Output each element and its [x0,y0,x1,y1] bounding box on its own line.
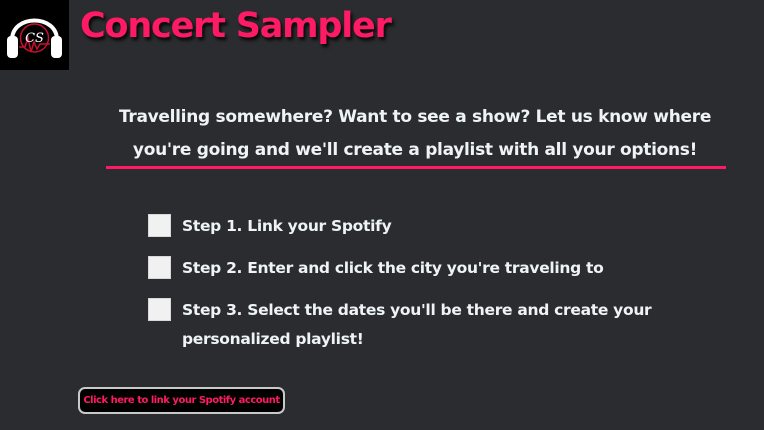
step-2-checkbox[interactable] [148,256,171,279]
step-3-checkbox[interactable] [148,298,171,321]
step-2-label: Step 2. Enter and click the city you're … [182,259,604,277]
app-title: Concert Sampler [80,6,392,46]
steps-list: Step 1. Link your Spotify Step 2. Enter … [148,212,748,367]
app-logo: CS [0,0,69,70]
step-1-label: Step 1. Link your Spotify [182,217,392,235]
headphones-logo-icon: CS [7,18,62,58]
logo-lettering: CS [25,31,44,46]
step-item-enter-city: Step 2. Enter and click the city you're … [148,254,748,283]
step-item-link-spotify: Step 1. Link your Spotify [148,212,748,241]
intro-divider [106,166,726,169]
step-item-select-dates: Step 3. Select the dates you'll be there… [148,296,748,354]
link-spotify-button[interactable]: Click here to link your Spotify account [78,387,285,414]
step-3-label: Step 3. Select the dates you'll be there… [182,301,652,348]
intro-text: Travelling somewhere? Want to see a show… [118,107,712,160]
step-1-checkbox[interactable] [148,214,171,237]
